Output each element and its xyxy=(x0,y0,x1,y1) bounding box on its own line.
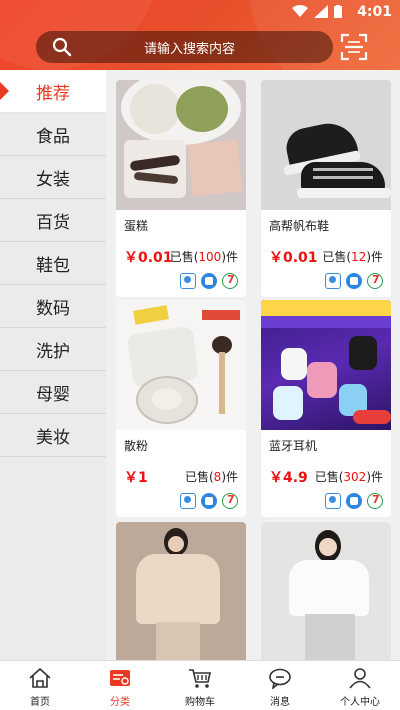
sidebar-item-label: 美妆 xyxy=(36,427,70,448)
tab-cart[interactable]: 购物车 xyxy=(160,661,240,710)
battery-icon xyxy=(334,5,342,18)
product-image xyxy=(116,80,246,210)
sidebar-item-label: 母婴 xyxy=(36,384,70,405)
wifi-icon xyxy=(292,5,308,17)
product-card[interactable]: 散粉 ￥1 已售(8)件 xyxy=(116,300,246,517)
status-bar: 4:01 xyxy=(0,0,400,24)
tab-messages[interactable]: 消息 xyxy=(240,661,320,710)
tab-category[interactable]: 分类 xyxy=(80,661,160,710)
status-time: 4:01 xyxy=(357,4,392,20)
product-badges xyxy=(180,273,238,289)
tab-label: 个人中心 xyxy=(340,697,380,708)
sold-count: 已售(302)件 xyxy=(314,470,383,484)
brand-icon xyxy=(201,273,217,289)
cart-icon xyxy=(189,669,211,688)
top-header: 4:01 请输入搜索内容 xyxy=(0,0,400,70)
product-badges xyxy=(325,273,383,289)
product-card[interactable]: 蓝牙耳机 ￥4.9 已售(302)件 xyxy=(261,300,391,517)
product-name: 蓝牙耳机 xyxy=(269,439,318,453)
search-input[interactable]: 请输入搜索内容 xyxy=(36,31,333,63)
bottom-tab-bar: 首页 分类 购物车 消息 个人中心 xyxy=(0,660,400,710)
product-grid: 蛋糕 ￥0.01 已售(100)件 高帮帆布鞋 ￥0.01 已售(12)件 xyxy=(106,70,400,660)
verified-icon xyxy=(325,273,341,289)
tab-label: 分类 xyxy=(110,697,130,708)
verified-icon xyxy=(180,273,196,289)
verified-icon xyxy=(180,493,196,509)
product-image xyxy=(261,300,391,430)
tab-label: 购物车 xyxy=(185,697,215,708)
product-card[interactable] xyxy=(261,522,391,660)
sidebar-item-label: 食品 xyxy=(36,126,70,147)
product-badges xyxy=(325,493,383,509)
product-card[interactable]: 蛋糕 ￥0.01 已售(100)件 xyxy=(116,80,246,297)
sidebar-item-makeup[interactable]: 美妆 xyxy=(0,414,106,457)
sidebar-item-baby[interactable]: 母婴 xyxy=(0,371,106,414)
seven-day-return-icon xyxy=(367,273,383,289)
brand-icon xyxy=(201,493,217,509)
sidebar-item-food[interactable]: 食品 xyxy=(0,113,106,156)
user-icon xyxy=(349,668,371,689)
sidebar-item-personal-care[interactable]: 洗护 xyxy=(0,328,106,371)
product-image xyxy=(116,300,246,430)
tab-profile[interactable]: 个人中心 xyxy=(320,661,400,710)
seven-day-return-icon xyxy=(222,493,238,509)
product-price: ￥0.01 xyxy=(124,250,173,266)
product-image xyxy=(116,522,246,660)
sidebar-item-label: 推荐 xyxy=(36,83,70,104)
product-card[interactable]: 高帮帆布鞋 ￥0.01 已售(12)件 xyxy=(261,80,391,297)
search-placeholder: 请输入搜索内容 xyxy=(143,41,235,57)
category-sidebar: 推荐 食品 女装 百货 鞋包 数码 洗护 母婴 美妆 xyxy=(0,70,106,660)
sold-count: 已售(8)件 xyxy=(184,470,238,484)
sidebar-item-recommend[interactable]: 推荐 xyxy=(0,70,106,113)
sidebar-item-label: 数码 xyxy=(36,298,70,319)
product-price: ￥1 xyxy=(124,470,148,486)
sold-count: 已售(100)件 xyxy=(169,250,238,264)
sidebar-item-shoes-bags[interactable]: 鞋包 xyxy=(0,242,106,285)
sidebar-item-digital[interactable]: 数码 xyxy=(0,285,106,328)
brand-icon xyxy=(346,493,362,509)
seven-day-return-icon xyxy=(367,493,383,509)
product-badges xyxy=(180,493,238,509)
tab-label: 消息 xyxy=(270,697,290,708)
product-price: ￥0.01 xyxy=(269,250,318,266)
tab-home[interactable]: 首页 xyxy=(0,661,80,710)
seven-day-return-icon xyxy=(222,273,238,289)
sidebar-item-general-goods[interactable]: 百货 xyxy=(0,199,106,242)
tab-label: 首页 xyxy=(30,697,50,708)
product-name: 蛋糕 xyxy=(124,219,149,233)
product-image xyxy=(261,522,391,660)
sidebar-item-womens-wear[interactable]: 女装 xyxy=(0,156,106,199)
signal-icon xyxy=(314,5,328,18)
product-name: 高帮帆布鞋 xyxy=(269,219,330,233)
sold-count: 已售(12)件 xyxy=(322,250,383,264)
product-name: 散粉 xyxy=(124,439,149,453)
search-icon xyxy=(52,37,72,57)
scan-icon[interactable] xyxy=(340,33,368,61)
product-image xyxy=(261,80,391,210)
verified-icon xyxy=(325,493,341,509)
product-card[interactable] xyxy=(116,522,246,660)
sidebar-item-label: 洗护 xyxy=(36,341,70,362)
sidebar-item-label: 百货 xyxy=(36,212,70,233)
product-price: ￥4.9 xyxy=(269,470,308,486)
sidebar-item-label: 鞋包 xyxy=(36,255,70,276)
brand-icon xyxy=(346,273,362,289)
home-icon xyxy=(29,667,51,688)
category-icon xyxy=(110,670,130,686)
sidebar-item-label: 女装 xyxy=(36,169,70,190)
message-icon xyxy=(269,668,291,689)
